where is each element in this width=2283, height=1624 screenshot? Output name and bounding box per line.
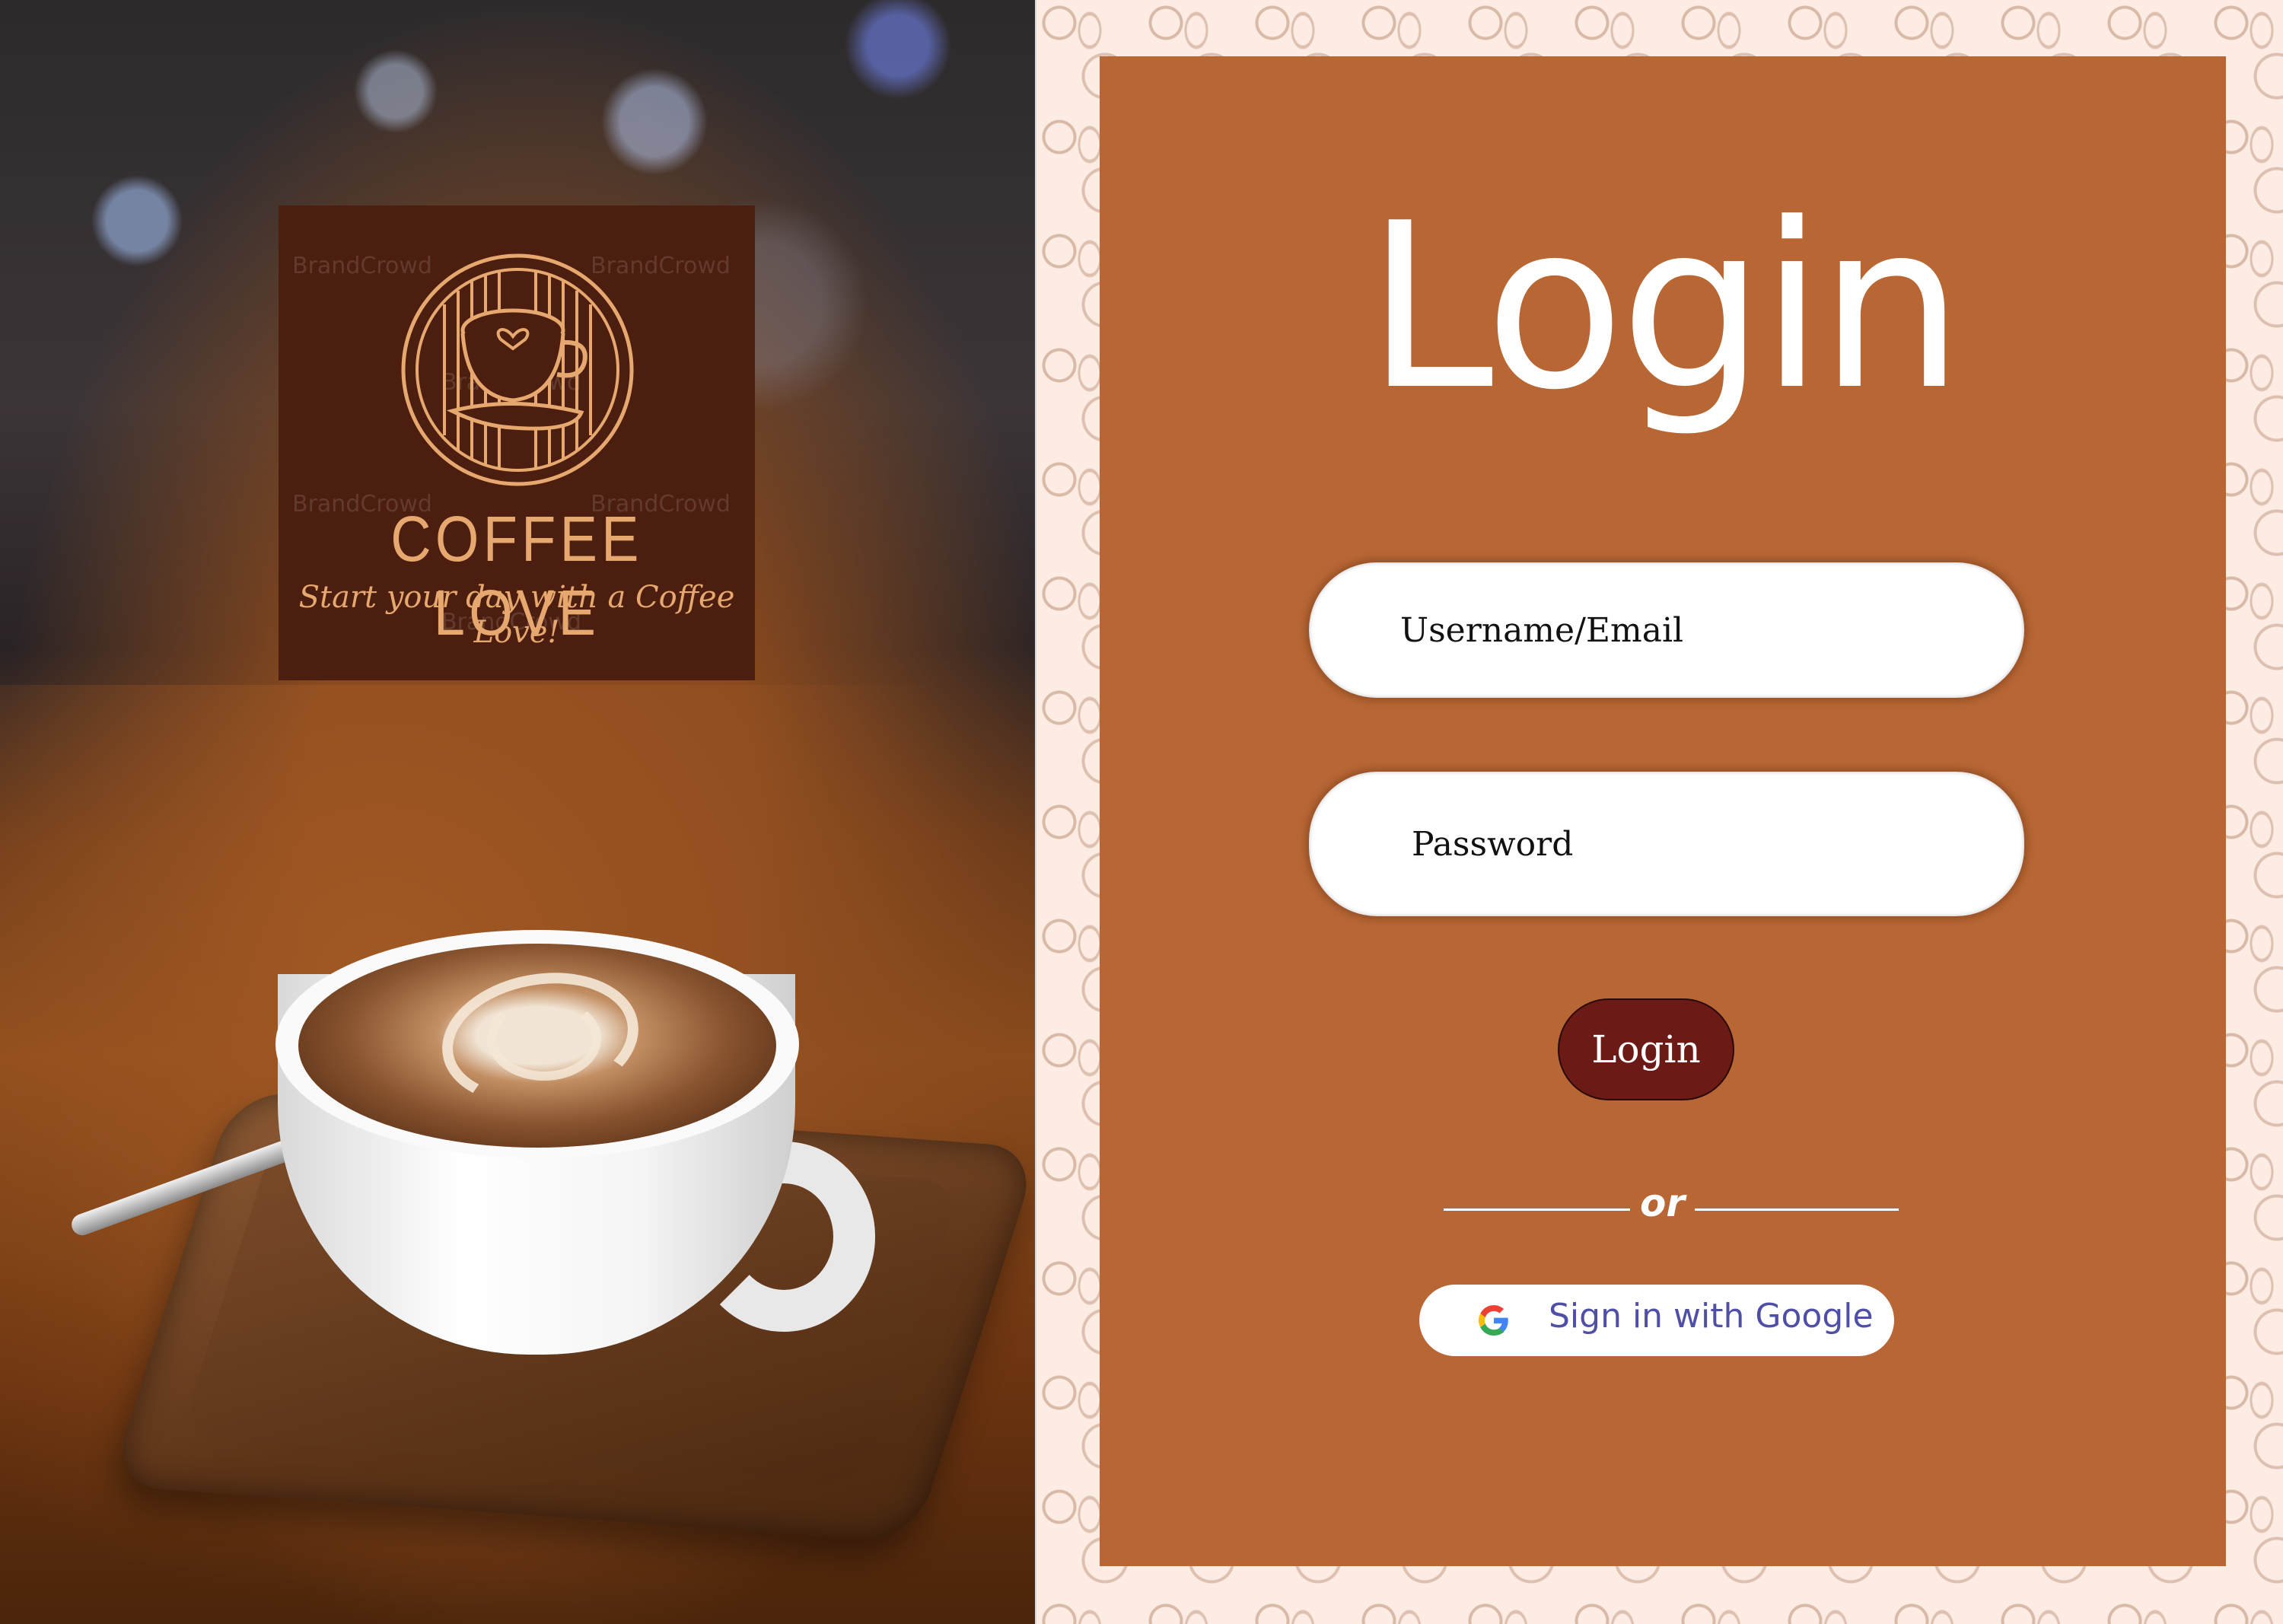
login-card: Login Login or Sign in with Google xyxy=(1100,56,2226,1566)
google-icon xyxy=(1479,1305,1508,1336)
login-heading: Login xyxy=(1366,174,1963,440)
google-signin-label: Sign in with Google xyxy=(1549,1297,1874,1336)
login-button[interactable]: Login xyxy=(1558,998,1734,1100)
password-field[interactable] xyxy=(1309,772,2024,916)
password-input[interactable] xyxy=(1309,772,2024,916)
separator-line-left xyxy=(1444,1208,1630,1211)
latte-art-inner xyxy=(487,997,601,1081)
username-field[interactable] xyxy=(1309,562,2024,698)
brand-logo: BrandCrowd BrandCrowd BrandCrowd BrandCr… xyxy=(279,205,755,680)
brand-tagline: Start your day with a Coffee Love! xyxy=(298,580,735,650)
or-separator: or xyxy=(1639,1181,1685,1225)
google-signin-button[interactable]: Sign in with Google xyxy=(1419,1285,1894,1356)
separator-line-right xyxy=(1695,1208,1899,1211)
coffee-cup-emblem-icon xyxy=(401,253,634,486)
coffee-photo: BrandCrowd BrandCrowd BrandCrowd BrandCr… xyxy=(0,0,1035,1624)
username-input[interactable] xyxy=(1309,562,2024,698)
